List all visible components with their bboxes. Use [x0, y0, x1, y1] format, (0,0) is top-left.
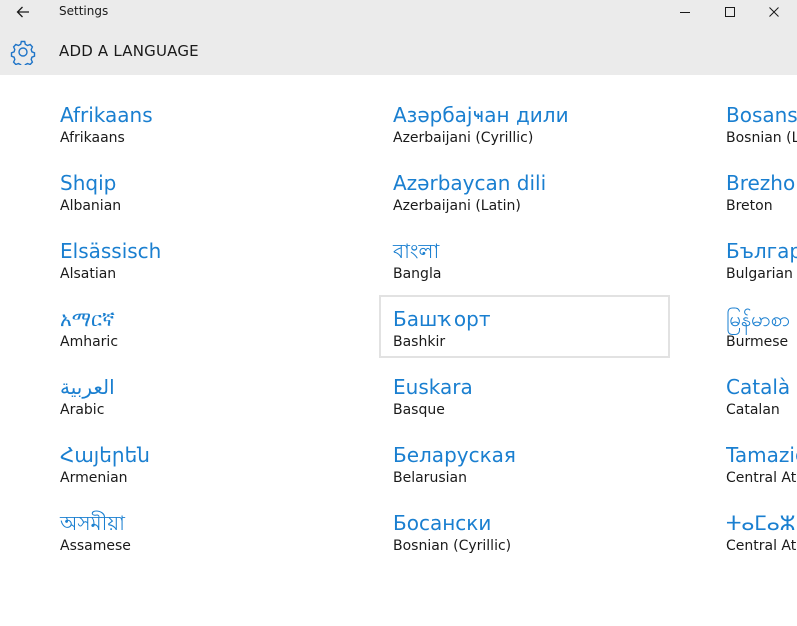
language-list: Afrikaans Afrikaans Shqip Albanian Elsäs…: [0, 75, 797, 626]
language-native-name: Български: [726, 239, 797, 263]
language-item-bangla[interactable]: বাংলা Bangla: [393, 238, 681, 298]
language-english-name: Basque: [393, 402, 445, 418]
language-item-belarusian[interactable]: Беларуская Belarusian: [393, 442, 681, 502]
language-native-name: Català: [726, 375, 791, 399]
language-item-assamese[interactable]: অসমীয়া Assamese: [60, 510, 348, 570]
back-arrow-icon: [16, 6, 29, 18]
language-native-name: አማርኛ: [60, 307, 115, 331]
language-english-name: Amharic: [60, 334, 119, 350]
language-english-name: Burmese: [726, 334, 789, 350]
language-item-bulgarian[interactable]: Български Bulgarian: [726, 238, 797, 298]
language-native-name: Afrikaans: [60, 103, 153, 127]
language-native-name: Euskara: [393, 375, 473, 399]
language-native-name: Беларуская: [393, 443, 516, 467]
language-english-name: Central Atlas Tamazight (Latin): [726, 470, 797, 486]
close-button[interactable]: [751, 0, 797, 24]
gear-icon: [10, 40, 36, 65]
language-native-name: অসমীয়া: [60, 511, 125, 535]
language-english-name: Albanian: [60, 198, 122, 214]
title-bar: Settings: [0, 0, 797, 26]
window-title: Settings: [59, 4, 109, 18]
language-english-name: Assamese: [60, 538, 131, 554]
language-native-name: বাংলা: [393, 239, 440, 263]
language-native-name: Bosanski: [726, 103, 797, 127]
language-item-bosnian-latin[interactable]: Bosanski Bosnian (Latin): [726, 102, 797, 162]
language-native-name: Босански: [393, 511, 492, 535]
language-item-catalan[interactable]: Català Catalan: [726, 374, 797, 434]
language-english-name: Bosnian (Cyrillic): [393, 538, 512, 554]
language-native-name: Tamazight: [726, 443, 797, 467]
language-native-name: العربية: [60, 375, 115, 399]
page-title: ADD A LANGUAGE: [59, 42, 199, 60]
language-native-name: Elsässisch: [60, 239, 162, 263]
language-english-name: Catalan: [726, 402, 780, 418]
language-english-name: Bangla: [393, 266, 442, 282]
language-english-name: Central Atlas Tamazight (Tifinagh): [726, 538, 797, 554]
language-item-tamazight-latin[interactable]: Tamazight Central Atlas Tamazight (Latin…: [726, 442, 797, 502]
language-english-name: Bashkir: [393, 334, 446, 350]
language-english-name: Breton: [726, 198, 773, 214]
minimize-button[interactable]: [662, 0, 708, 24]
language-english-name: Arabic: [60, 402, 105, 418]
language-item-bosnian-cyrillic[interactable]: Босански Bosnian (Cyrillic): [393, 510, 681, 570]
language-item-breton[interactable]: Brezhoneg Breton: [726, 170, 797, 230]
language-item-amharic[interactable]: አማርኛ Amharic: [60, 306, 348, 366]
language-item-tamazight-tifinagh[interactable]: ⵜⴰⵎⴰⵣⵉⵖⵜ Central Atlas Tamazight (Tifina…: [726, 510, 797, 570]
language-item-alsatian[interactable]: Elsässisch Alsatian: [60, 238, 348, 298]
language-item-burmese[interactable]: မြန်မာစာ Burmese: [726, 306, 797, 366]
language-item-basque[interactable]: Euskara Basque: [393, 374, 681, 434]
language-english-name: Armenian: [60, 470, 128, 486]
language-native-name: Shqip: [60, 171, 117, 195]
language-item-bashkir[interactable]: Башҡорт Bashkir: [379, 295, 670, 358]
language-english-name: Belarusian: [393, 470, 467, 486]
language-native-name: Азәрбајҹан дили: [393, 103, 569, 127]
back-button[interactable]: [8, 0, 38, 24]
page-header: ADD A LANGUAGE: [0, 26, 797, 75]
maximize-button[interactable]: [707, 0, 753, 24]
language-native-name: Azərbaycan dili: [393, 171, 547, 195]
language-item-armenian[interactable]: Հայերեն Armenian: [60, 442, 348, 502]
language-item-azerbaijani-cyrillic[interactable]: Азәрбајҹан дили Azerbaijani (Cyrillic): [393, 102, 681, 162]
minimize-icon: [680, 12, 690, 13]
language-english-name: Bulgarian: [726, 266, 793, 282]
language-native-name: Հայերեն: [60, 443, 150, 467]
language-item-albanian[interactable]: Shqip Albanian: [60, 170, 348, 230]
language-native-name: Башҡорт: [393, 307, 491, 331]
language-native-name: ⵜⴰⵎⴰⵣⵉⵖⵜ: [726, 511, 797, 535]
language-native-name: မြန်မာစာ: [726, 307, 791, 331]
language-native-name: Brezhoneg: [726, 171, 797, 195]
close-icon: [769, 7, 779, 17]
language-english-name: Azerbaijani (Latin): [393, 198, 521, 214]
language-item-afrikaans[interactable]: Afrikaans Afrikaans: [60, 102, 348, 162]
language-item-azerbaijani-latin[interactable]: Azərbaycan dili Azerbaijani (Latin): [393, 170, 681, 230]
language-item-arabic[interactable]: العربية Arabic: [60, 374, 348, 434]
maximize-icon: [725, 7, 735, 17]
language-english-name: Alsatian: [60, 266, 117, 282]
language-english-name: Azerbaijani (Cyrillic): [393, 130, 534, 146]
language-english-name: Bosnian (Latin): [726, 130, 797, 146]
language-english-name: Afrikaans: [60, 130, 125, 146]
